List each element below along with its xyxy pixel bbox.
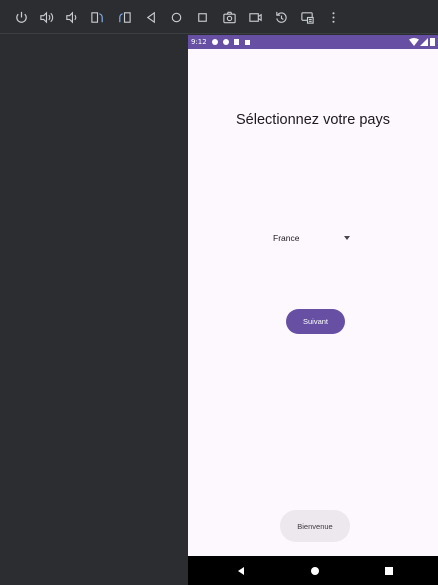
home-icon[interactable] [310,566,320,576]
country-select[interactable]: France [264,227,362,249]
home-icon[interactable] [166,7,186,27]
notification-icon [234,39,239,45]
emulator-toolbar [0,0,438,34]
toast-message: Bienvenue [280,510,350,542]
fold-icon[interactable] [297,7,317,27]
status-bar: 9:12 [188,35,438,49]
volume-up-icon[interactable] [36,7,56,27]
screen-record-icon[interactable] [245,7,265,27]
back-icon[interactable] [236,566,246,576]
more-icon[interactable] [323,7,343,27]
recents-icon[interactable] [384,566,394,576]
overview-icon[interactable] [192,7,212,27]
country-select-value: France [273,233,300,243]
status-time: 9:12 [191,38,207,46]
page-title: Sélectionnez votre pays [236,112,390,128]
settings-icon [223,39,229,45]
back-icon[interactable] [141,7,161,27]
signal-icon [420,38,428,46]
dropdown-arrow-icon [344,236,350,240]
screenshot-icon[interactable] [219,7,239,27]
replay-icon[interactable] [271,7,291,27]
battery-icon [430,38,435,46]
wifi-icon [409,38,419,46]
settings-icon [212,39,218,45]
next-button[interactable]: Suivant [286,309,345,334]
power-icon[interactable] [11,7,31,27]
phone-screen: 9:12 Sélectionnez votre pays France Suiv… [188,35,438,585]
volume-down-icon[interactable] [61,7,81,27]
rotate-right-icon[interactable] [114,7,134,27]
sd-card-icon [245,40,250,45]
navigation-bar [188,556,438,585]
rotate-left-icon[interactable] [87,7,107,27]
